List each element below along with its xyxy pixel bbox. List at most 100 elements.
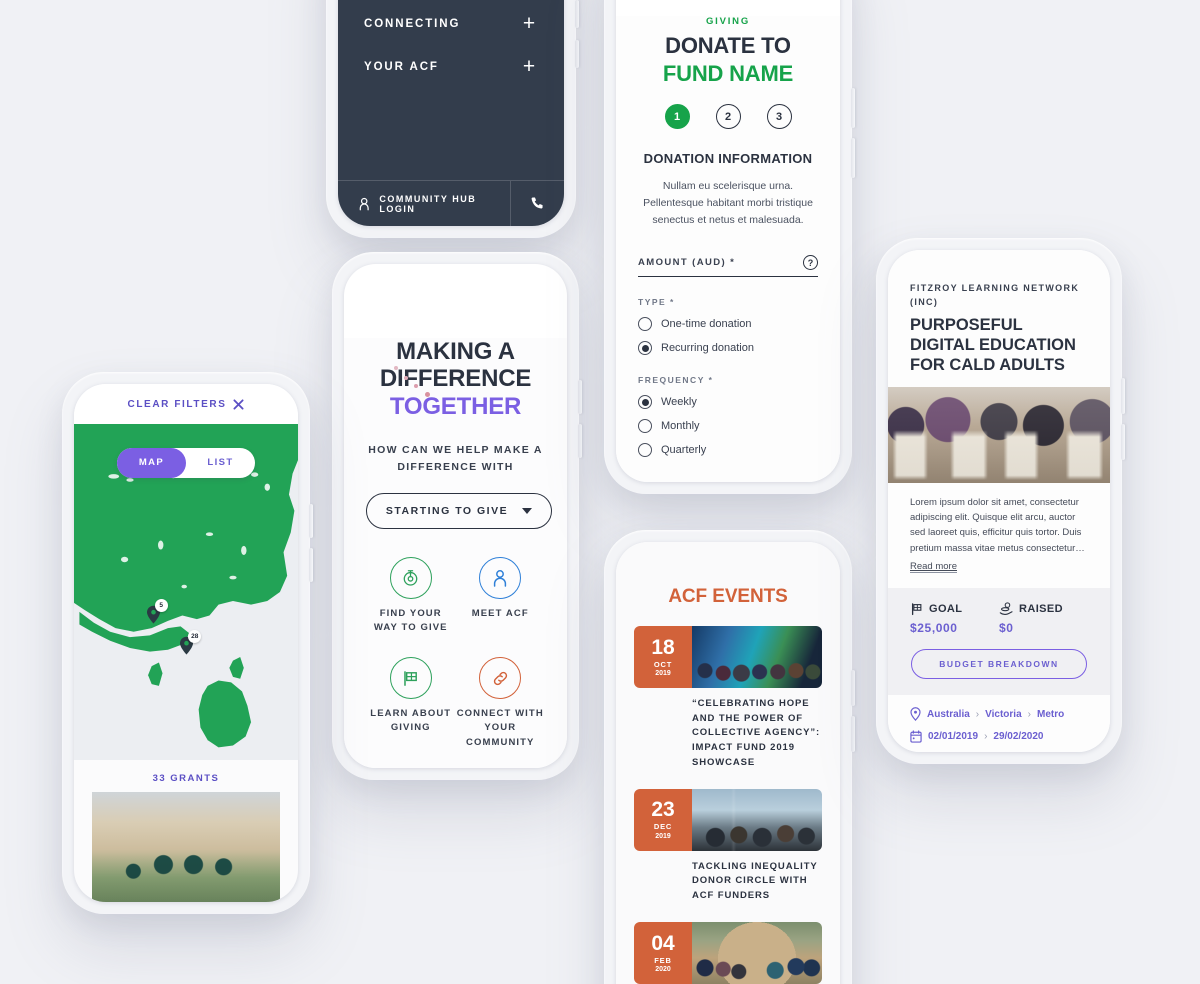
event-day: 18 <box>651 635 675 659</box>
radio-label: Quarterly <box>661 444 707 457</box>
decorative-dots-top <box>392 364 452 406</box>
radio-button-selected[interactable] <box>638 341 652 356</box>
select-value: STARTING TO GIVE <box>385 504 509 517</box>
radio-button[interactable] <box>638 419 652 434</box>
budget-breakdown-button[interactable]: BUDGET BREAKDOWN <box>911 649 1087 679</box>
events-title: ACF EVENTS <box>668 586 788 607</box>
side-button[interactable] <box>851 716 855 752</box>
quick-links-grid: FIND YOUR WAY TO GIVE MEET ACF LEARN ABO… <box>366 556 546 750</box>
side-button[interactable] <box>1121 424 1125 460</box>
radio-button[interactable] <box>638 317 652 332</box>
tile-label: MEET ACF <box>471 607 529 619</box>
location-state[interactable]: Victoria <box>985 709 1022 720</box>
link-icon <box>479 657 522 700</box>
radio-label: One-time donation <box>661 318 752 331</box>
grant-screen: FITZROY LEARNING NETWORK (INC) PURPOSEFU… <box>888 250 1110 752</box>
tile-learn-about-giving[interactable]: LEARN ABOUT GIVING <box>366 657 456 750</box>
side-button[interactable] <box>1121 378 1125 414</box>
event-month: FEB <box>654 955 672 965</box>
event-year: 2019 <box>655 670 671 678</box>
radio-monthly[interactable]: Monthly <box>638 419 818 434</box>
breadcrumb-separator: › <box>1027 708 1031 720</box>
starting-to-give-select[interactable]: STARTING TO GIVE <box>366 492 552 529</box>
side-button[interactable] <box>851 670 855 706</box>
events-content: ACF EVENTS 18 OCT 2019 “CELEBRATING HOPE… <box>616 542 840 984</box>
toggle-option-map[interactable]: MAP <box>117 448 186 478</box>
event-card[interactable]: 23 DEC 2019 TACKLING INEQUALITY DONOR CI… <box>634 788 822 904</box>
donate-title-line: DONATE TO <box>665 33 791 58</box>
radio-button[interactable] <box>638 443 652 458</box>
step-3[interactable]: 3 <box>766 104 792 130</box>
tile-label: LEARN ABOUT GIVING <box>370 708 452 734</box>
side-button[interactable] <box>578 380 582 414</box>
flag-icon <box>389 657 432 700</box>
call-button[interactable] <box>510 181 564 226</box>
event-card[interactable]: 18 OCT 2019 “CELEBRATING HOPE AND THE PO… <box>634 626 822 771</box>
nav-item-connecting[interactable]: CONNECTING + <box>364 2 538 45</box>
event-day: 04 <box>651 931 675 955</box>
side-button[interactable] <box>578 424 582 458</box>
mockup-stage: CONNECTING + YOUR ACF + COMMUNITY HUB LO… <box>0 0 1200 984</box>
tile-label: CONNECT WITH YOUR COMMUNITY <box>456 708 544 748</box>
event-card[interactable]: 04 FEB 2020 ACF PRESENTS: LOREM LOREM IS… <box>634 921 822 984</box>
tile-find-your-way-to-give[interactable]: FIND YOUR WAY TO GIVE <box>366 556 456 636</box>
toggle-option-list[interactable]: LIST <box>186 448 255 478</box>
map-list-toggle[interactable]: MAP LIST <box>117 448 255 478</box>
clear-filters-button[interactable]: CLEAR FILTERS <box>74 384 298 424</box>
tile-connect-with-your-community[interactable]: CONNECT WITH YOUR COMMUNITY <box>456 657 546 750</box>
amount-label: AMOUNT (AUD) * <box>638 257 736 269</box>
map-screen: CLEAR FILTERS MAP LIST 5 28 33 GRANTS <box>74 384 298 902</box>
map-canvas[interactable]: MAP LIST 5 28 <box>74 424 298 760</box>
grant-card: FITZROY LEARNING NETWORK (INC) PURPOSEFU… <box>888 250 1110 752</box>
plus-icon[interactable]: + <box>520 56 538 77</box>
location-area[interactable]: Metro <box>1037 709 1064 720</box>
start-date: 02/01/2019 <box>928 731 979 742</box>
radio-weekly[interactable]: Weekly <box>638 395 818 410</box>
breadcrumb-separator: › <box>984 731 988 742</box>
tile-label: FIND YOUR WAY TO GIVE <box>373 607 448 633</box>
title-line-1: MAKING A <box>396 338 515 365</box>
calendar-icon <box>910 730 922 743</box>
question-mark-icon[interactable]: ? <box>803 255 818 271</box>
step-2[interactable]: 2 <box>715 104 741 130</box>
step-1[interactable]: 1 <box>664 104 690 130</box>
step-indicator: 1 2 3 <box>638 104 818 130</box>
community-hub-login-button[interactable]: COMMUNITY HUB LOGIN <box>338 181 510 226</box>
radio-quarterly[interactable]: Quarterly <box>638 443 818 458</box>
fund-name: FUND NAME <box>662 60 794 86</box>
compass-icon-glyph <box>403 570 418 586</box>
radio-one-time-donation[interactable]: One-time donation <box>638 317 818 332</box>
event-month: DEC <box>653 822 673 832</box>
side-button[interactable] <box>575 40 579 68</box>
phone-grant-detail: FITZROY LEARNING NETWORK (INC) PURPOSEFU… <box>876 238 1125 764</box>
nav-item-your-acf[interactable]: YOUR ACF + <box>364 45 538 88</box>
amount-field[interactable]: AMOUNT (AUD) * ? <box>638 255 818 278</box>
map-pin[interactable]: 28 <box>179 629 202 655</box>
stat-goal: GOAL $25,000 <box>910 602 999 635</box>
person-icon-glyph <box>494 569 507 587</box>
plus-icon[interactable]: + <box>520 13 538 34</box>
radio-label: Recurring donation <box>661 342 754 355</box>
grant-header: FITZROY LEARNING NETWORK (INC) PURPOSEFU… <box>888 250 1110 387</box>
tile-meet-acf[interactable]: MEET ACF <box>456 556 546 636</box>
stat-raised-label: RAISED <box>1019 603 1063 615</box>
stats-row: GOAL $25,000 RAISED $0 <box>910 602 1088 635</box>
grant-stats: GOAL $25,000 RAISED $0 BUDGET BREAKDOWN <box>888 588 1110 695</box>
event-year: 2019 <box>655 832 671 840</box>
user-icon <box>359 197 369 210</box>
radio-recurring-donation[interactable]: Recurring donation <box>638 341 818 356</box>
event-card-top: 04 FEB 2020 <box>634 921 822 984</box>
donate-content: GIVING DONATE TO FUND NAME 1 2 3 DONATIO… <box>616 16 840 482</box>
radio-button-selected[interactable] <box>638 395 652 410</box>
end-date: 29/02/2020 <box>993 731 1044 742</box>
side-button[interactable] <box>575 0 579 28</box>
side-button[interactable] <box>309 548 313 582</box>
read-more-link[interactable]: Read more <box>910 561 957 573</box>
side-button[interactable] <box>851 138 855 178</box>
side-button[interactable] <box>851 88 855 128</box>
map-pin[interactable]: 5 <box>146 599 168 624</box>
grant-photo[interactable] <box>92 792 280 902</box>
location-country[interactable]: Australia <box>927 709 970 720</box>
side-button[interactable] <box>309 504 313 538</box>
radio-label: Weekly <box>661 396 697 409</box>
